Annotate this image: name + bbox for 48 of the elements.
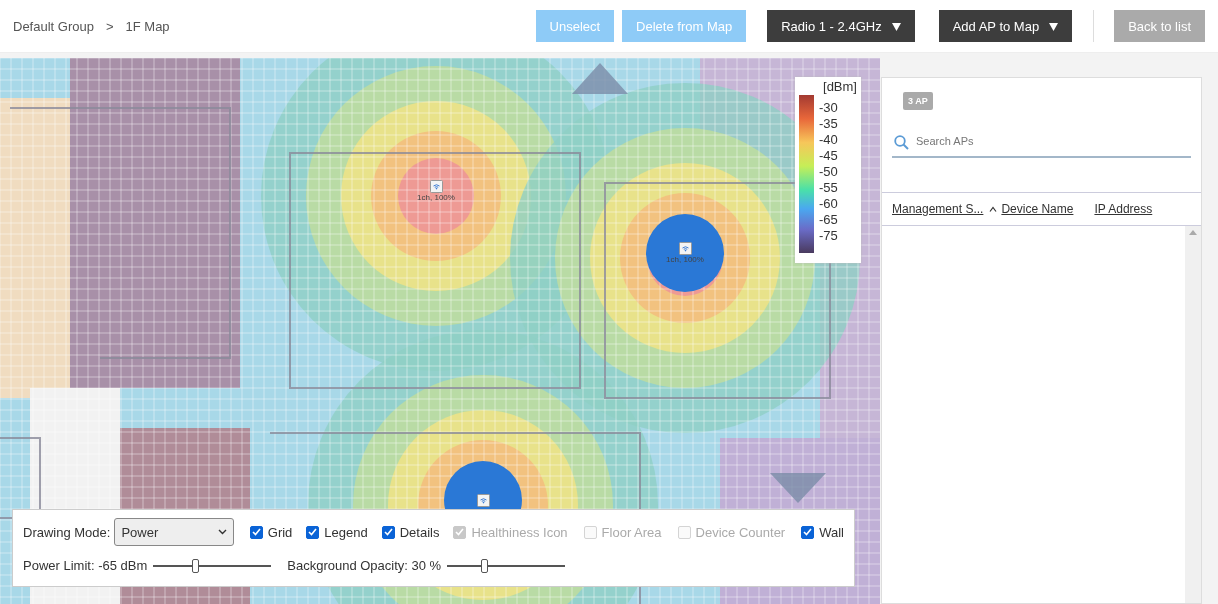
checkbox-option[interactable]: Legend xyxy=(306,524,368,540)
breadcrumb-link[interactable]: Default Group xyxy=(13,18,94,34)
triangle-down-icon xyxy=(770,473,826,503)
checkmark-icon xyxy=(455,528,465,536)
checkbox-option[interactable]: Wall xyxy=(801,524,844,540)
column-header[interactable]: IP Address xyxy=(1094,202,1153,216)
chevron-down-icon xyxy=(217,529,227,535)
ap-count-badge: 3 AP xyxy=(903,92,933,110)
checkmark-icon xyxy=(251,528,261,536)
column-header[interactable]: Device Name xyxy=(1001,202,1074,216)
ap-label: 1ch, 100% xyxy=(666,255,704,264)
slider[interactable] xyxy=(153,558,272,573)
caret-down-icon xyxy=(1049,21,1059,31)
legend-tick: -30 xyxy=(819,100,838,116)
legend-tick: -55 xyxy=(819,180,838,196)
search-field[interactable]: Search APs xyxy=(892,126,1191,158)
ap-label: 1ch, 100% xyxy=(417,193,455,202)
wifi-icon[interactable] xyxy=(678,242,692,255)
slider-label: Background Opacity: 30 % xyxy=(287,558,442,573)
drawing-mode-select[interactable]: Power xyxy=(114,518,234,546)
checkbox-option[interactable]: Details xyxy=(381,524,440,540)
checkbox-option[interactable]: Grid xyxy=(249,524,293,540)
caret-down-icon xyxy=(891,21,901,31)
dropdown-button[interactable]: Radio 1 - 2.4GHz xyxy=(767,10,915,42)
wifi-icon[interactable] xyxy=(476,493,490,507)
legend-tick: -45 xyxy=(819,148,838,164)
triangle-up-icon xyxy=(572,63,628,94)
breadcrumb-separator: > xyxy=(105,18,114,34)
legend-tick: -35 xyxy=(819,116,838,132)
drawing-mode-label: Drawing Mode: xyxy=(23,524,111,540)
slider-label: Power Limit: -65 dBm xyxy=(23,558,148,573)
slider[interactable] xyxy=(447,558,566,573)
legend-tick: -40 xyxy=(819,132,838,148)
scroll-up-icon xyxy=(1189,230,1197,235)
search-icon xyxy=(894,135,909,150)
breadcrumb-current: 1F Map xyxy=(125,18,170,34)
legend-tick: -60 xyxy=(819,196,838,212)
checkmark-icon xyxy=(308,528,318,536)
legend-tick: -65 xyxy=(819,212,838,228)
legend-tick: -50 xyxy=(819,164,838,180)
checkmark-icon xyxy=(383,528,393,536)
column-header[interactable]: Management S... xyxy=(892,202,984,216)
legend-unit: [dBm] xyxy=(822,79,857,94)
wifi-icon[interactable] xyxy=(429,180,443,193)
dropdown-button[interactable]: Add AP to Map xyxy=(938,10,1073,42)
legend-tick: -75 xyxy=(819,228,838,244)
checkmark-icon xyxy=(803,528,813,536)
scrollbar[interactable] xyxy=(1185,226,1201,603)
